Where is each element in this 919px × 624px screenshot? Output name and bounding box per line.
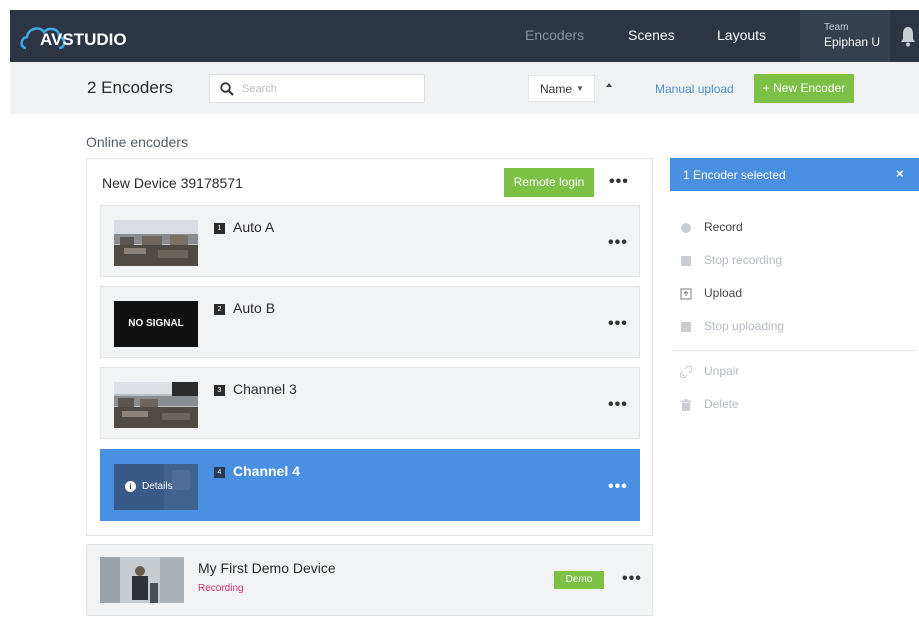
channel-name: Channel 3 (233, 381, 297, 397)
panel-divider (672, 350, 917, 351)
team-switcher[interactable]: Team Epiphan U (800, 10, 890, 62)
notification-bell-icon[interactable] (900, 25, 916, 47)
recording-status: Recording (198, 583, 244, 594)
record-icon (681, 223, 691, 233)
sort-direction-icon[interactable] (606, 83, 612, 87)
channel-name: Channel 4 (233, 463, 300, 479)
channel-number-badge: 2 (214, 304, 225, 315)
channel-row[interactable]: 3 Channel 3 ••• (100, 367, 640, 439)
delete-label: Delete (704, 397, 739, 411)
upload-icon (680, 288, 692, 300)
demo-device-thumbnail (100, 557, 184, 603)
channel-number-badge: 1 (214, 223, 225, 234)
device-name: New Device 39178571 (102, 175, 243, 191)
unpair-label: Unpair (704, 364, 740, 378)
new-encoder-button[interactable]: + New Encoder (754, 74, 854, 103)
channel-more-menu-icon[interactable]: ••• (608, 478, 628, 496)
record-label: Record (704, 220, 743, 234)
demo-device-name: My First Demo Device (198, 560, 336, 576)
details-overlay[interactable]: i Details (114, 464, 198, 510)
channel-name: Auto B (233, 300, 276, 316)
channel-thumbnail[interactable]: i Details (114, 464, 198, 510)
search-icon (220, 82, 234, 96)
channel-row[interactable]: NO SIGNAL 2 Auto B ••• (100, 286, 640, 358)
remote-login-button[interactable]: Remote login (504, 168, 594, 197)
stop-icon (681, 256, 691, 266)
chevron-down-icon: ▼ (576, 84, 584, 93)
channel-row[interactable]: 1 Auto A ••• (100, 205, 640, 277)
encoder-count: 2 Encoders (87, 78, 173, 97)
top-navigation-bar: AVSTUDIO Encoders Scenes Layouts Team Ep… (10, 10, 919, 62)
stop-uploading-label: Stop uploading (704, 319, 785, 333)
channel-thumbnail (114, 382, 198, 428)
no-signal-thumbnail: NO SIGNAL (114, 301, 198, 347)
channel-thumbnail (114, 220, 198, 266)
demo-device-row[interactable]: My First Demo Device Recording Demo ••• (86, 544, 653, 616)
search-input[interactable] (242, 80, 417, 98)
channel-more-menu-icon[interactable]: ••• (608, 396, 628, 414)
selection-header: 1 Encoder selected × (670, 158, 919, 191)
manual-upload-link[interactable]: Manual upload (655, 82, 734, 96)
selection-count: 1 Encoder selected (683, 168, 786, 182)
avstudio-logo[interactable]: AVSTUDIO (18, 18, 183, 56)
sort-label: Name (540, 82, 573, 96)
encoders-toolbar: 2 Encoders Name ▼ Manual upload + New En… (10, 62, 919, 114)
nav-encoders[interactable]: Encoders (525, 27, 584, 43)
channel-number-badge: 4 (214, 467, 225, 478)
team-label: Team (824, 22, 849, 33)
device-more-menu-icon[interactable]: ••• (609, 173, 629, 191)
channel-more-menu-icon[interactable]: ••• (608, 234, 628, 252)
demo-more-menu-icon[interactable]: ••• (622, 570, 642, 588)
stop-icon (681, 322, 691, 332)
channel-more-menu-icon[interactable]: ••• (608, 315, 628, 333)
search-box[interactable] (209, 74, 425, 103)
demo-badge: Demo (554, 571, 604, 589)
nav-scenes[interactable]: Scenes (628, 27, 675, 43)
team-name: Epiphan U (824, 35, 881, 49)
info-icon: i (125, 481, 136, 492)
online-encoders-heading: Online encoders (86, 134, 188, 150)
unlink-icon (680, 366, 692, 378)
upload-label: Upload (704, 286, 743, 300)
trash-icon (681, 399, 691, 411)
channel-row-selected[interactable]: i Details 4 Channel 4 ••• (100, 449, 640, 521)
encoder-card: New Device 39178571 Remote login ••• 1 A… (86, 158, 653, 536)
stop-recording-label: Stop recording (704, 253, 783, 267)
details-label: Details (142, 481, 173, 492)
logo-text: AVSTUDIO (40, 30, 127, 49)
close-icon[interactable]: × (896, 166, 904, 181)
channel-number-badge: 3 (214, 385, 225, 396)
channel-name: Auto A (233, 219, 275, 235)
nav-layouts[interactable]: Layouts (717, 27, 766, 43)
sort-dropdown[interactable]: Name ▼ (528, 75, 595, 102)
